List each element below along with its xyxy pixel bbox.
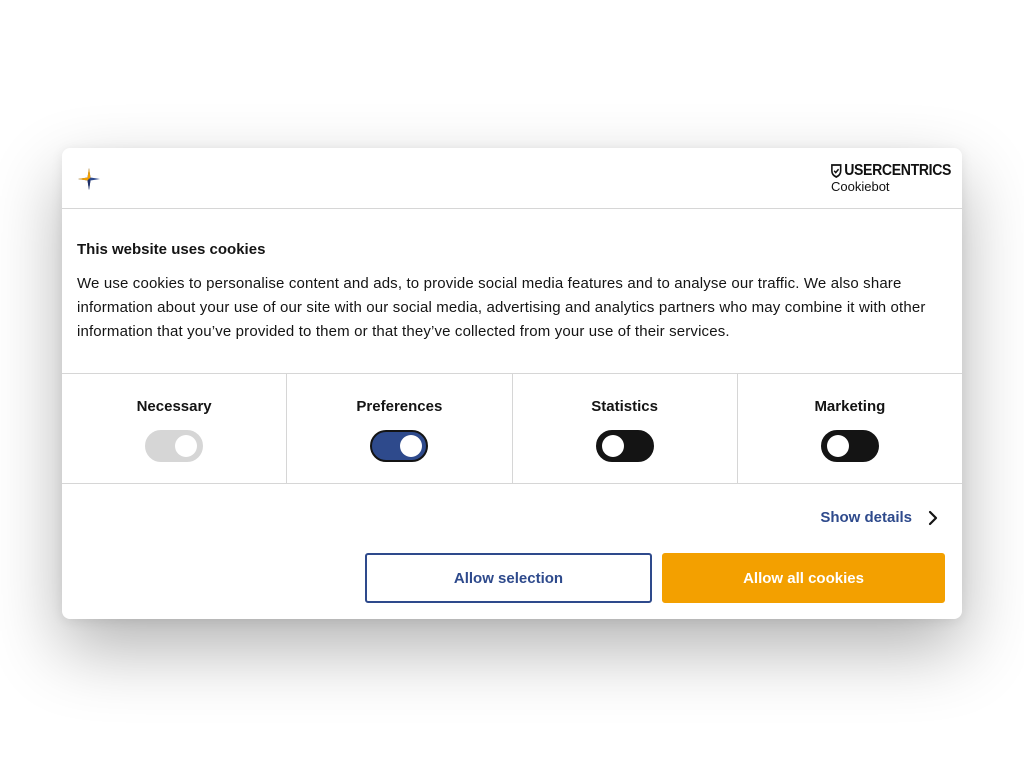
toggle-cell-preferences: Preferences (287, 374, 513, 483)
toggle-knob (175, 435, 198, 457)
dialog-content: This website uses cookies We use cookies… (77, 240, 949, 344)
shield-icon (831, 164, 842, 178)
cookiebot-logo: USERCENTRICS Cookiebot (831, 162, 951, 196)
cookiebot-wordmark: Cookiebot (831, 179, 890, 194)
toggle-cell-necessary: Necessary (62, 374, 288, 483)
toggle-knob (601, 435, 624, 457)
allow-selection-button[interactable]: Allow selection (365, 553, 652, 603)
toggle-knob (400, 435, 423, 457)
cookie-consent-dialog: USERCENTRICS Cookiebot This website uses… (62, 148, 962, 619)
toggle-cell-marketing: Marketing (738, 374, 962, 483)
toggle-cell-statistics: Statistics (513, 374, 738, 483)
usercentrics-wordmark: USERCENTRICS (844, 162, 952, 179)
dialog-header: USERCENTRICS Cookiebot (62, 148, 962, 209)
toggle-label-necessary: Necessary (136, 398, 212, 415)
consent-toggles: Necessary Preferences Statistics Marketi… (62, 373, 962, 484)
star-logo-icon (76, 166, 102, 192)
dialog-title: This website uses cookies (77, 241, 266, 258)
necessary-toggle (145, 430, 204, 462)
toggle-knob (826, 435, 849, 457)
chevron-right-icon (928, 510, 938, 526)
toggle-label-marketing: Marketing (814, 398, 886, 415)
show-details-label: Show details (820, 509, 912, 526)
allow-all-cookies-button[interactable]: Allow all cookies (662, 553, 945, 603)
dialog-body-text: We use cookies to personalise content an… (77, 275, 926, 340)
toggle-label-statistics: Statistics (591, 398, 658, 415)
show-details-link[interactable]: Show details (820, 508, 938, 528)
toggle-label-preferences: Preferences (356, 398, 443, 415)
statistics-toggle[interactable] (595, 430, 654, 462)
preferences-toggle[interactable] (370, 430, 429, 462)
marketing-toggle[interactable] (820, 430, 879, 462)
